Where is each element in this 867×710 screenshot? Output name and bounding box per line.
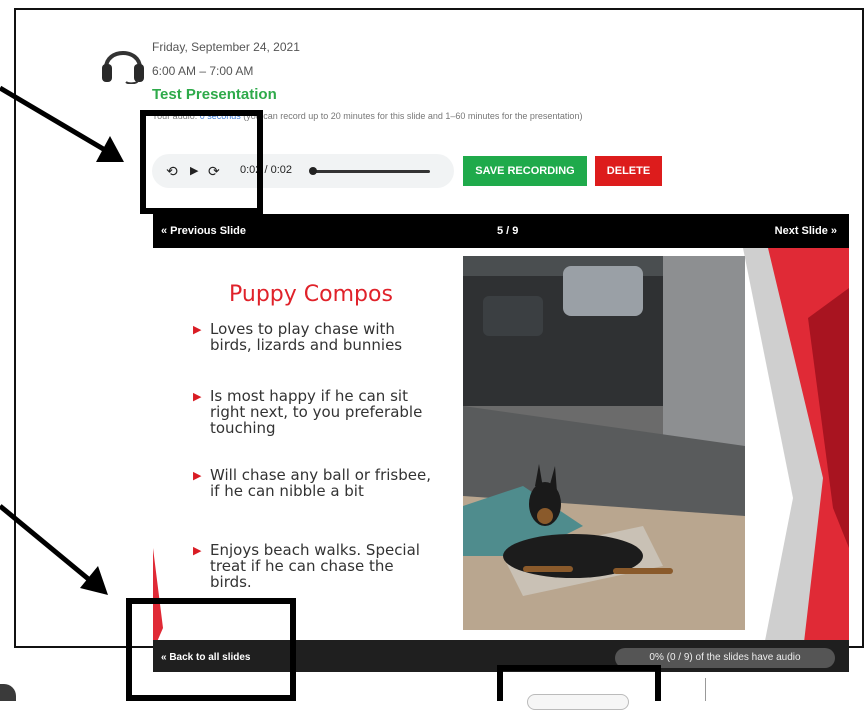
previous-slide-link[interactable]: « Previous Slide	[161, 225, 246, 237]
meeting-time: 6:00 AM – 7:00 AM	[152, 64, 254, 78]
seek-handle[interactable]	[309, 167, 317, 175]
highlight-box-back-link	[126, 598, 296, 701]
seek-bar[interactable]	[312, 170, 430, 173]
next-slide-link[interactable]: Next Slide »	[775, 225, 837, 237]
dog-photo	[463, 256, 745, 630]
save-recording-button[interactable]: SAVE RECORDING	[463, 156, 587, 186]
bullet-arrow-icon: ▶	[193, 390, 202, 403]
bullet-arrow-icon: ▶	[193, 469, 202, 482]
meeting-date: Friday, September 24, 2021	[152, 40, 300, 54]
bullet-text: Loves to play chase with birds, lizards …	[210, 320, 403, 354]
delete-button[interactable]: DELETE	[595, 156, 662, 186]
presentation-title: Test Presentation	[152, 86, 277, 103]
slide-counter: 5 / 9	[497, 225, 519, 237]
slide-nav-bar: « Previous Slide 5 / 9 Next Slide »	[153, 214, 849, 248]
slide-bullet: ▶ Loves to play chase with birds, lizard…	[193, 321, 433, 353]
headset-icon	[102, 51, 144, 84]
slide-title: Puppy Compos	[229, 282, 393, 307]
bullet-text: Will chase any ball or frisbee, if he ca…	[210, 466, 431, 500]
divider	[705, 678, 706, 701]
bullet-arrow-icon: ▶	[193, 323, 202, 336]
slide-bullet: ▶ Is most happy if he can sit right next…	[193, 388, 433, 436]
bullet-text: Is most happy if he can sit right next, …	[210, 387, 423, 437]
bullet-text: Enjoys beach walks. Special treat if he …	[210, 541, 420, 591]
slide-bullet: ▶ Enjoys beach walks. Special treat if h…	[193, 542, 433, 590]
partial-button[interactable]	[527, 694, 629, 710]
bullet-arrow-icon: ▶	[193, 544, 202, 557]
audio-limit-note: (you can record up to 20 minutes for thi…	[240, 111, 583, 121]
slide-bullet: ▶ Will chase any ball or frisbee, if he …	[193, 467, 433, 499]
highlight-box-player	[140, 110, 263, 214]
avatar	[0, 684, 16, 701]
slide-content: Puppy Compos ▶ Loves to play chase with …	[153, 248, 849, 651]
